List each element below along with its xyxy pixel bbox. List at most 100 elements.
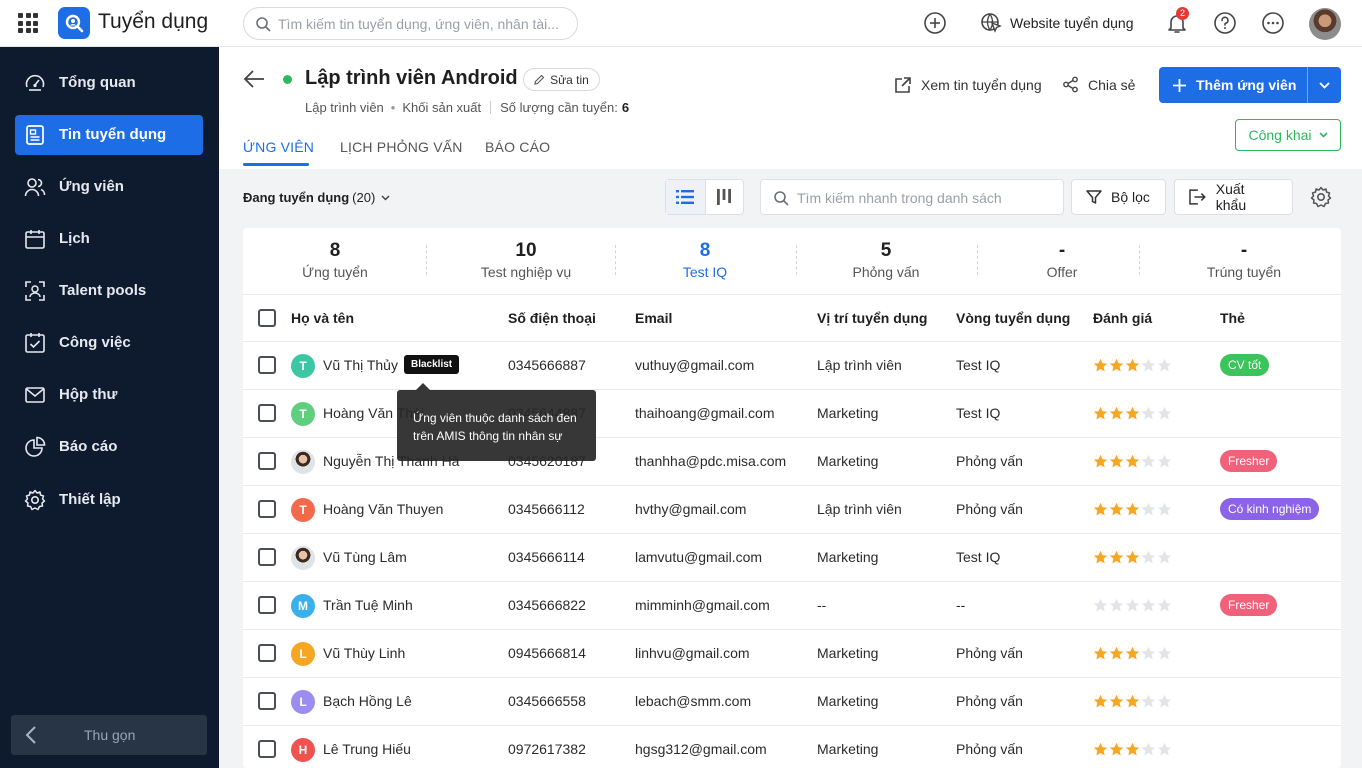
add-candidate-button[interactable]: Thêm ứng viên [1159,67,1341,103]
candidate-name[interactable]: Hoàng Văn Thuyen [323,501,443,517]
dashboard-icon [25,74,45,91]
sidebar-item-mailbox[interactable]: Hộp thư [15,375,203,415]
sidebar-item-settings[interactable]: Thiết lập [15,480,203,520]
blacklist-badge[interactable]: Blacklist [404,355,460,374]
tab-reports[interactable]: BÁO CÁO [485,139,550,155]
stage-applied[interactable]: 8 Ứng tuyển [300,240,370,281]
add-candidate-dropdown[interactable] [1307,67,1341,103]
column-header-position[interactable]: Vị trí tuyển dụng [817,310,927,326]
stage-interview[interactable]: 5 Phỏng vấn [841,240,931,281]
rating-stars[interactable] [1093,742,1173,757]
stage-iq-test[interactable]: 8 Test IQ [665,240,745,281]
visibility-dropdown[interactable]: Công khai [1235,119,1341,151]
stage-hired[interactable]: - Trúng tuyển [1198,240,1290,281]
app-launcher-icon[interactable] [18,13,38,33]
export-button[interactable]: Xuất khẩu [1174,179,1293,215]
website-link[interactable]: Website tuyển dụng [980,11,1134,35]
table-row[interactable]: Vũ Tùng Lâm 0345666114 lamvutu@gmail.com Ma… [243,534,1341,582]
stage-label: Phỏng vấn [852,264,920,280]
table-row[interactable]: L Bạch Hồng Lê 0345666558 lebach@smm.com Mar… [243,678,1341,726]
column-header-tags[interactable]: Thẻ [1220,310,1245,326]
column-header-rating[interactable]: Đánh giá [1093,310,1152,326]
candidate-name[interactable]: Lê Trung Hiếu [323,741,411,757]
rating-stars[interactable] [1093,502,1173,517]
rating-stars[interactable] [1093,550,1173,565]
table-row[interactable]: M Trần Tuệ Minh 0345666822 mimminh@gmail.co… [243,582,1341,630]
column-header-round[interactable]: Vòng tuyển dụng [956,310,1070,326]
quick-search[interactable] [760,179,1064,215]
candidate-round: Phỏng vấn [956,453,1023,469]
help-icon[interactable] [1213,11,1237,35]
stage-offer[interactable]: - Offer [1032,240,1092,281]
candidate-position: Marketing [817,453,879,469]
recruiting-status-filter[interactable]: Đang tuyển dụng (20) [243,190,390,205]
row-checkbox[interactable] [258,740,276,758]
table-row[interactable]: H Lê Trung Hiếu 0972617382 hgsg312@gmail.co… [243,726,1341,768]
star-icon [1093,358,1108,373]
sidebar-item-talent-pools[interactable]: Talent pools [15,271,203,311]
row-checkbox[interactable] [258,500,276,518]
rating-stars[interactable] [1093,694,1173,709]
table-row[interactable]: L Vũ Thùy Linh 0945666814 linhvu@gmail.com M… [243,630,1341,678]
app-logo-icon[interactable] [58,7,90,39]
rating-stars[interactable] [1093,406,1173,421]
sidebar-item-job-posts[interactable]: Tin tuyển dụng [15,115,203,155]
tab-candidates[interactable]: ỨNG VIÊN [243,139,314,155]
kanban-view-button[interactable] [704,180,744,214]
sidebar-item-tasks[interactable]: Công việc [15,323,203,363]
candidate-name[interactable]: Vũ Tùng Lâm [323,549,407,565]
row-checkbox[interactable] [258,644,276,662]
tab-interview-schedule[interactable]: LỊCH PHỎNG VẤN [340,139,463,155]
plus-icon [1173,78,1186,92]
sidebar-item-label: Báo cáo [59,438,118,455]
column-header-email[interactable]: Email [635,310,672,326]
sidebar-item-reports[interactable]: Báo cáo [15,427,203,467]
export-label: Xuất khẩu [1215,181,1247,213]
rating-stars[interactable] [1093,598,1173,613]
stage-skill-test[interactable]: 10 Test nghiệp vụ [471,240,581,281]
status-filter-label: Đang tuyển dụng [243,190,350,205]
share-link[interactable]: Chia sẻ [1062,76,1135,93]
job-post-icon [26,125,44,145]
job-position: Lập trình viên [305,100,384,115]
row-checkbox[interactable] [258,596,276,614]
global-search[interactable] [243,7,578,40]
gear-icon[interactable] [1310,186,1332,208]
candidate-name[interactable]: Bạch Hồng Lê [323,693,412,709]
edit-job-button[interactable]: Sửa tin [523,68,600,91]
rating-stars[interactable] [1093,646,1173,661]
global-search-input[interactable] [278,14,568,34]
candidate-name[interactable]: Vũ Thị Thủy [323,357,398,373]
row-checkbox[interactable] [258,452,276,470]
column-header-name[interactable]: Họ và tên [291,310,354,326]
candidate-name[interactable]: Trần Tuệ Minh [323,597,413,613]
back-arrow-icon[interactable] [243,69,265,89]
candidate-round: Phỏng vấn [956,693,1023,709]
select-all-checkbox[interactable] [258,309,276,327]
collapse-sidebar-button[interactable]: Thu gọn [11,715,207,755]
talent-pool-icon [25,281,45,301]
table-row[interactable]: T Hoàng Văn Thuyen 0345666112 hvthy@gmail.c… [243,486,1341,534]
row-checkbox[interactable] [258,548,276,566]
sidebar-item-overview[interactable]: Tổng quan [15,63,203,103]
row-checkbox[interactable] [258,404,276,422]
sidebar-item-candidates[interactable]: Ứng viên [15,167,203,207]
more-icon[interactable] [1261,11,1285,35]
row-checkbox[interactable] [258,356,276,374]
column-header-phone[interactable]: Số điện thoại [508,310,596,326]
row-checkbox[interactable] [258,692,276,710]
candidate-email: hvthy@gmail.com [635,501,747,517]
candidate-name[interactable]: Vũ Thùy Linh [323,645,405,661]
rating-stars[interactable] [1093,358,1173,373]
view-post-link[interactable]: Xem tin tuyển dụng [894,76,1042,94]
add-candidate-main[interactable]: Thêm ứng viên [1159,67,1307,103]
user-avatar[interactable] [1309,8,1341,40]
quick-search-input[interactable] [797,189,1057,207]
list-view-button[interactable] [666,180,705,214]
star-icon [1141,406,1156,421]
rating-stars[interactable] [1093,454,1173,469]
filter-button[interactable]: Bộ lọc [1071,179,1166,215]
table-row[interactable]: T Vũ Thị Thủy Blacklist 0345666887 vuthuy@gm… [243,342,1341,390]
add-circle-icon[interactable] [923,11,947,35]
sidebar-item-calendar[interactable]: Lịch [15,219,203,259]
